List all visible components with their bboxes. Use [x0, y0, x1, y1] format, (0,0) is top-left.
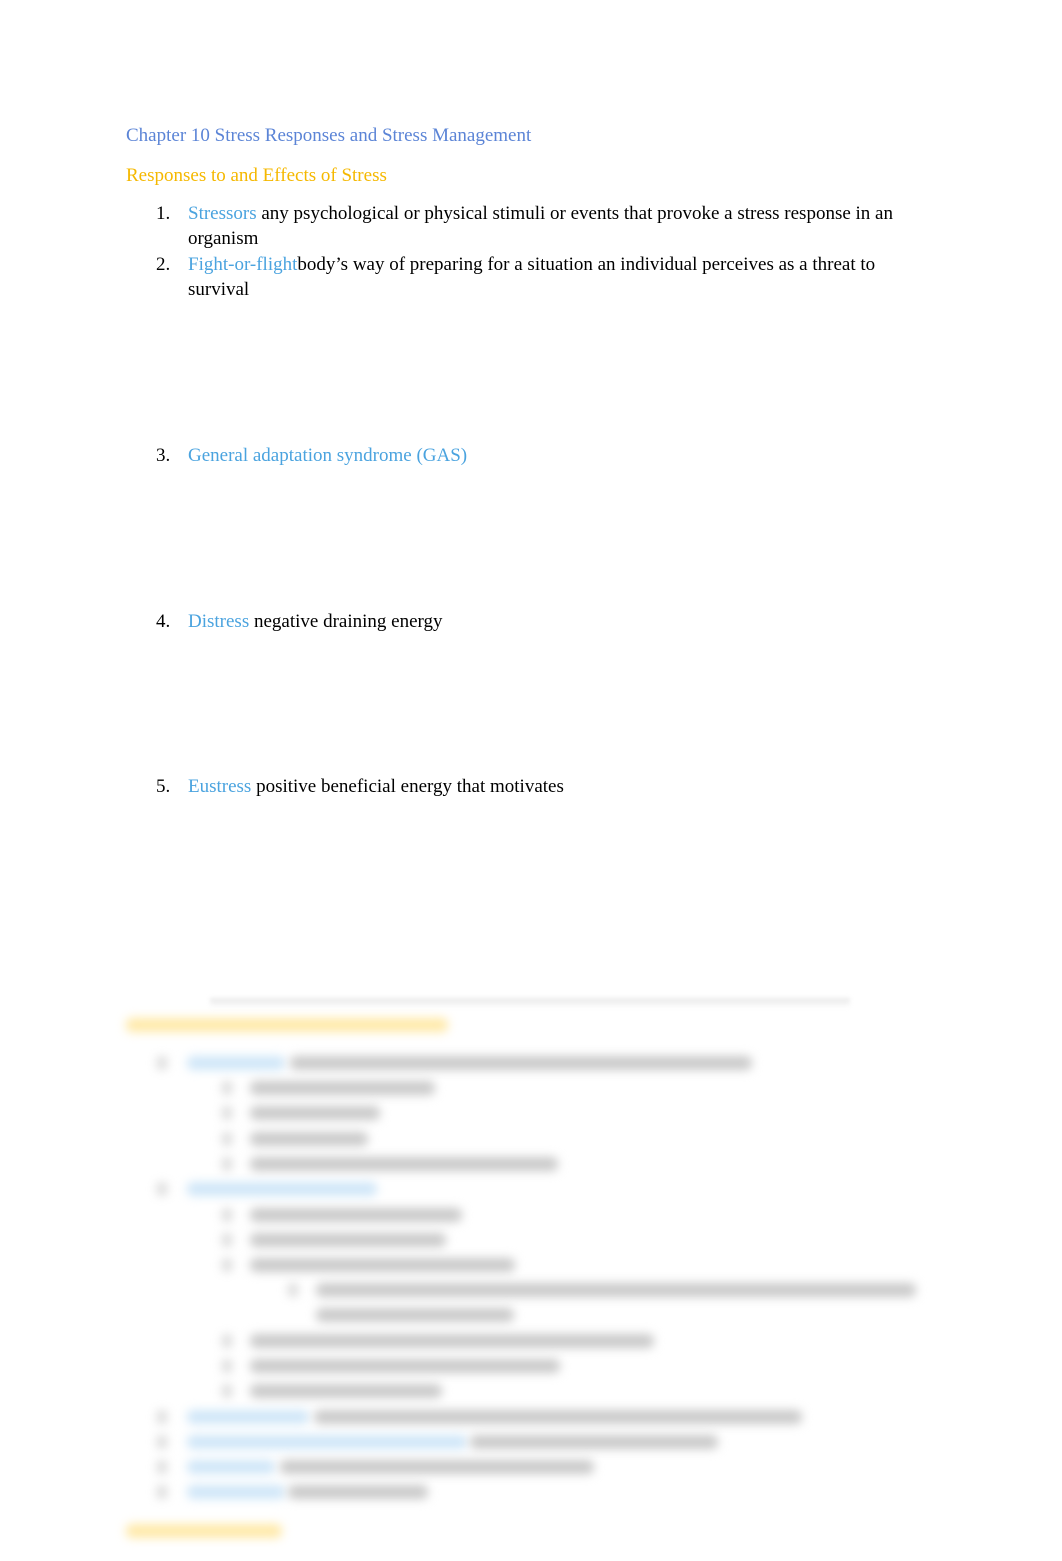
term: Fight-or-flight: [188, 254, 298, 275]
definition: negative draining energy: [249, 611, 443, 632]
blurred-number: [222, 1132, 232, 1146]
chapter-title: Chapter 10 Stress Responses and Stress M…: [126, 125, 532, 146]
blurred-term: [187, 1182, 377, 1196]
blurred-number: [222, 1233, 232, 1247]
blurred-text: [250, 1359, 560, 1373]
blurred-text: [250, 1233, 446, 1247]
blurred-text: [280, 1460, 594, 1474]
blurred-text: [314, 1410, 802, 1424]
blurred-number: [288, 1283, 298, 1297]
blurred-number: [222, 1359, 232, 1373]
list-item: 1. Stressors any psychological or physic…: [156, 201, 896, 251]
blurred-number: [157, 1485, 167, 1499]
blurred-text: [316, 1283, 916, 1297]
blurred-text: [250, 1081, 435, 1095]
blurred-number: [222, 1106, 232, 1120]
blurred-number: [222, 1157, 232, 1171]
blurred-number: [157, 1435, 167, 1449]
blurred-number: [157, 1460, 167, 1474]
list-item: 5. Eustress positive beneficial energy t…: [156, 774, 896, 799]
term: Stressors: [188, 203, 257, 224]
list-number: 4.: [156, 611, 171, 632]
list-number: 1.: [156, 203, 171, 224]
blurred-number: [157, 1410, 167, 1424]
blurred-term: [187, 1485, 285, 1499]
list-number: 2.: [156, 254, 171, 275]
blurred-number: [222, 1208, 232, 1222]
blurred-heading: [126, 1018, 448, 1032]
list-item: 3. General adaptation syndrome (GAS): [156, 443, 896, 468]
blurred-text: [250, 1132, 368, 1146]
blurred-text: [470, 1435, 718, 1449]
definition: any psychological or physical stimuli or…: [188, 203, 893, 249]
blurred-text: [250, 1334, 654, 1348]
definition: positive beneficial energy that motivate…: [251, 776, 564, 797]
blurred-term: [187, 1435, 467, 1449]
blurred-text: [250, 1384, 442, 1398]
blurred-term: [187, 1410, 309, 1424]
blurred-text: [288, 1485, 428, 1499]
term: Eustress: [188, 776, 252, 797]
term: Distress: [188, 611, 250, 632]
blurred-number: [157, 1056, 167, 1070]
blurred-text: [250, 1106, 380, 1120]
blurred-number: [222, 1334, 232, 1348]
list-item: 4. Distress negative draining energy: [156, 609, 896, 634]
term: General adaptation syndrome (GAS): [188, 445, 468, 466]
blurred-text: [316, 1308, 514, 1322]
blurred-preview: [0, 990, 1062, 1561]
blurred-text: [250, 1258, 515, 1272]
blurred-term: [187, 1056, 285, 1070]
blurred-number: [222, 1384, 232, 1398]
blurred-number: [157, 1182, 167, 1196]
blurred-term: [187, 1460, 275, 1474]
section-title: Responses to and Effects of Stress: [126, 165, 387, 186]
list-item: 2. Fight-or-flightbody’s way of preparin…: [156, 252, 896, 302]
fade-divider: [210, 998, 850, 1008]
blurred-text: [250, 1157, 558, 1171]
document-page: Chapter 10 Stress Responses and Stress M…: [0, 0, 1062, 1561]
blurred-heading: [126, 1524, 282, 1538]
list-number: 5.: [156, 776, 171, 797]
list-number: 3.: [156, 445, 171, 466]
blurred-text: [250, 1208, 462, 1222]
blurred-text: [290, 1056, 752, 1070]
blurred-number: [222, 1258, 232, 1272]
blurred-number: [222, 1081, 232, 1095]
